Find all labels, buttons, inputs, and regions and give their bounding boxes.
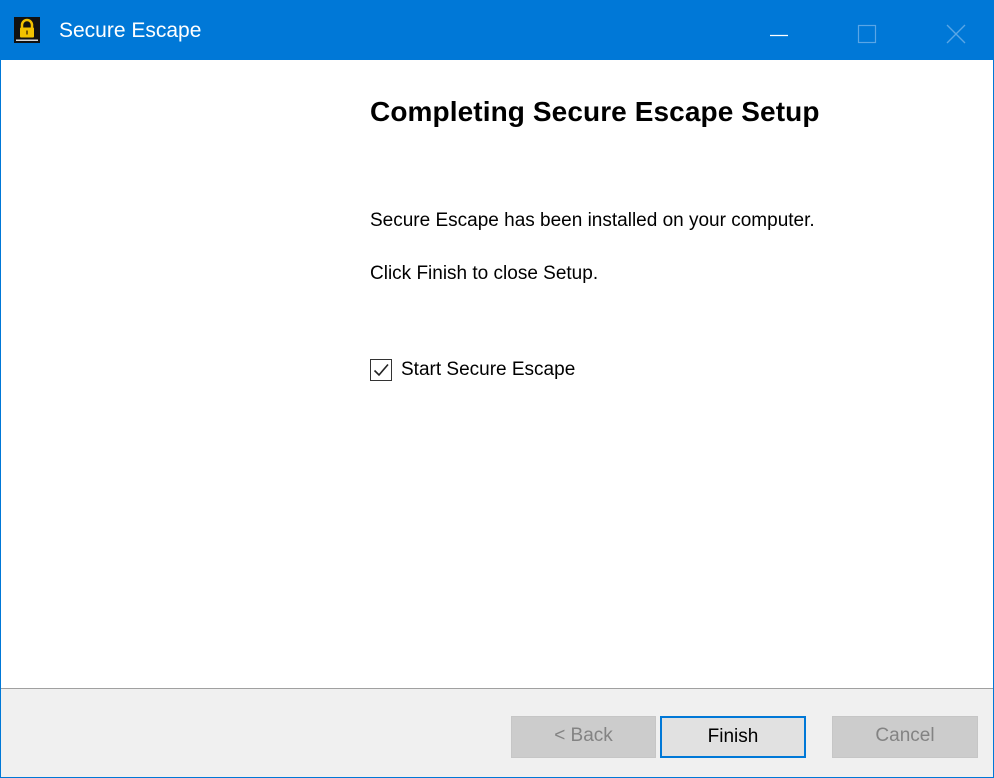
checkmark-icon bbox=[373, 363, 389, 377]
maximize-icon bbox=[857, 24, 877, 44]
finish-button[interactable]: Finish bbox=[660, 716, 806, 758]
back-button[interactable]: < Back bbox=[511, 716, 656, 758]
cancel-button[interactable]: Cancel bbox=[832, 716, 978, 758]
start-app-checkbox[interactable] bbox=[370, 359, 392, 381]
start-app-label[interactable]: Start Secure Escape bbox=[401, 359, 575, 381]
minimize-button[interactable] bbox=[751, 1, 809, 60]
wizard-content: Completing Secure Escape Setup Secure Es… bbox=[1, 60, 993, 688]
minimize-icon bbox=[770, 34, 788, 37]
installed-message: Secure Escape has been installed on your… bbox=[370, 210, 815, 231]
button-bar: < Back Finish Cancel bbox=[1, 689, 993, 777]
window-title: Secure Escape bbox=[59, 19, 202, 42]
close-button[interactable] bbox=[927, 1, 985, 60]
padlock-icon bbox=[14, 17, 40, 43]
title-bar[interactable]: Secure Escape bbox=[1, 1, 993, 60]
finish-instruction: Click Finish to close Setup. bbox=[370, 263, 599, 284]
page-title: Completing Secure Escape Setup bbox=[370, 96, 820, 127]
setup-window: Secure Escape Completing Secure Escape S… bbox=[0, 0, 994, 778]
close-icon bbox=[946, 24, 966, 44]
maximize-button[interactable] bbox=[839, 1, 897, 60]
